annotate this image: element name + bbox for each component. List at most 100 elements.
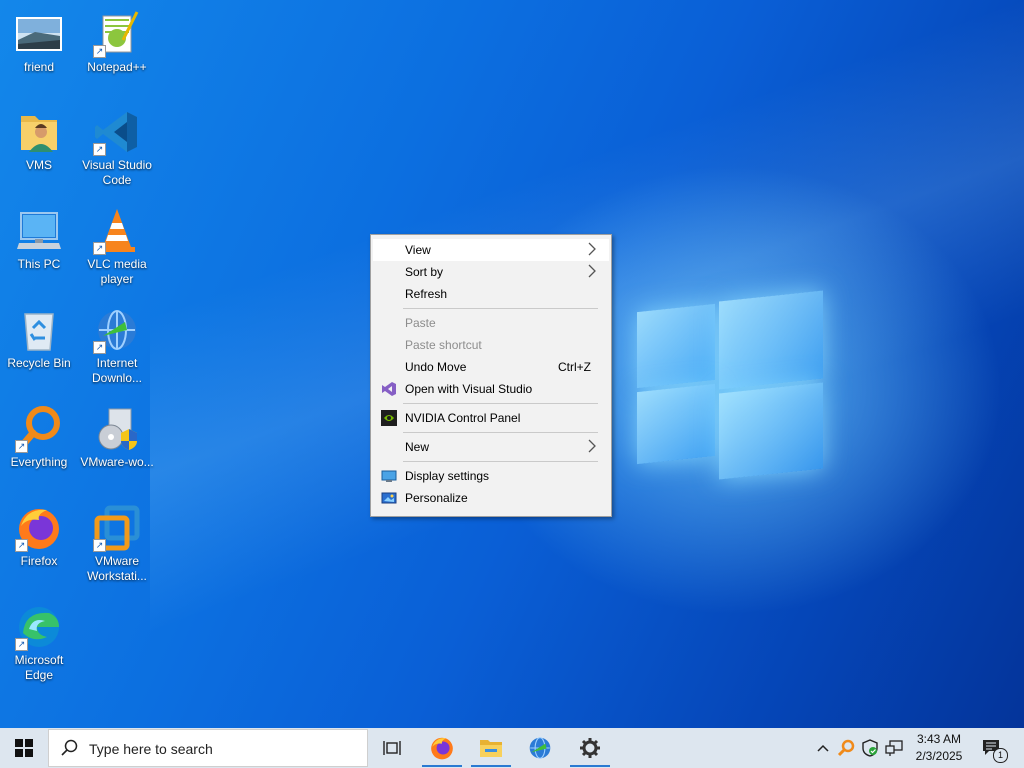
task-view-button[interactable] [368,728,416,768]
menu-separator [403,461,598,462]
shortcut-arrow-icon: ↗ [93,143,106,156]
desktop-icon-vms[interactable]: VMS [1,108,77,173]
notepadpp-icon: ↗ [93,10,141,58]
menu-separator [403,308,598,309]
menu-item-personalize[interactable]: Personalize [373,487,609,509]
tray-network[interactable] [883,728,905,768]
windows-logo-wallpaper [635,290,825,480]
shortcut-arrow-icon: ↗ [93,242,106,255]
user-folder-icon [15,108,63,156]
desktop-icon-friend[interactable]: friend [1,10,77,75]
desktop-icon-label: friend [23,60,55,74]
desktop-icon-vscode[interactable]: ↗ Visual Studio Code [79,108,155,188]
desktop-icon-label: VLC media player [87,257,147,286]
action-center-button[interactable]: 1 [976,728,1016,768]
windows-start-icon [15,739,33,757]
menu-item-open-with-visual-studio[interactable]: Open with Visual Studio [373,378,609,400]
start-button[interactable] [0,728,48,768]
desktop-icon-recycle-bin[interactable]: Recycle Bin [1,306,77,371]
shortcut-arrow-icon: ↗ [15,539,28,552]
desktop-icon-label: Recycle Bin [7,356,71,370]
display-icon [381,470,397,482]
vscode-icon: ↗ [93,108,141,156]
tray-security[interactable] [859,728,881,768]
settings-gear-icon [580,738,600,758]
taskbar-settings[interactable] [566,728,614,768]
menu-item-display-settings[interactable]: Display settings [373,465,609,487]
desktop-icon-vmware-installer[interactable]: VMware-wo... [79,405,155,470]
desktop-icon-edge[interactable]: ↗ Microsoft Edge [1,603,77,683]
edge-icon: ↗ [15,603,63,651]
personalize-icon [381,492,397,504]
recycle-bin-icon [15,306,63,354]
chevron-right-icon [588,242,596,256]
search-icon [61,739,78,756]
shortcut-arrow-icon: ↗ [93,341,106,354]
shortcut-arrow-icon: ↗ [93,539,106,552]
menu-item-label: Open with Visual Studio [405,382,533,396]
search-magnifier-icon [837,739,855,757]
tray-everything[interactable] [835,728,857,768]
desktop-icon-everything[interactable]: ↗ Everything [1,405,77,470]
desktop-icon-vmware-workstation[interactable]: ↗ VMware Workstati... [79,504,155,584]
show-hidden-icons-button[interactable] [812,728,834,768]
desktop-icon-label: Notepad++ [87,60,147,74]
menu-item-undo-move[interactable]: Undo Move Ctrl+Z [373,356,609,378]
desktop-icon-label: VMS [25,158,52,172]
menu-item-nvidia-control-panel[interactable]: NVIDIA Control Panel [373,407,609,429]
file-explorer-icon [480,740,502,757]
menu-item-view[interactable]: View [373,239,609,261]
menu-item-paste[interactable]: Paste [373,312,609,334]
vlc-icon: ↗ [93,207,141,255]
menu-item-label: Sort by [405,265,444,279]
vmware-icon: ↗ [93,504,141,552]
search-placeholder: Type here to search [89,741,213,757]
desktop-icon-label: This PC [17,257,61,271]
taskbar-idm[interactable] [516,728,564,768]
menu-item-label: New [405,440,430,454]
menu-item-label: Paste shortcut [405,338,482,352]
taskbar-firefox[interactable] [418,728,466,768]
desktop-icon-firefox[interactable]: ↗ Firefox [1,504,77,569]
menu-item-sort-by[interactable]: Sort by [373,261,609,283]
desktop[interactable]: friend VMS This PC Recycle Bin ↗ Everyth… [0,0,1024,728]
desktop-icon-vlc[interactable]: ↗ VLC media player [79,207,155,287]
shortcut-arrow-icon: ↗ [15,440,28,453]
firefox-icon: ↗ [15,504,63,552]
photo-icon [15,10,63,58]
chevron-right-icon [588,439,596,453]
menu-item-new[interactable]: New [373,436,609,458]
menu-item-shortcut: Ctrl+Z [558,360,591,374]
installer-icon [93,405,141,453]
menu-item-label: View [405,243,431,257]
desktop-icon-label: Everything [10,455,68,469]
idm-icon: ↗ [93,306,141,354]
menu-separator [403,403,598,404]
running-indicator [570,765,610,767]
running-indicator [471,765,511,767]
desktop-icon-label: VMware Workstati... [87,554,147,583]
taskbar: Type here to search 3:43 AM 2/3/2025 1 [0,728,1024,768]
shortcut-arrow-icon: ↗ [15,638,28,651]
task-view-icon [383,741,401,755]
menu-item-label: Display settings [405,469,490,483]
notification-badge: 1 [993,748,1008,763]
clock[interactable]: 3:43 AM 2/3/2025 [908,728,970,768]
clock-date: 2/3/2025 [915,749,963,763]
network-icon [885,740,903,756]
desktop-context-menu: View Sort by Refresh Paste Paste shortcu… [370,234,612,517]
menu-item-label: Refresh [405,287,448,301]
desktop-icon-this-pc[interactable]: This PC [1,207,77,272]
firefox-icon [431,737,453,760]
menu-item-label: NVIDIA Control Panel [405,411,521,425]
desktop-icon-label: Firefox [20,554,58,568]
menu-item-refresh[interactable]: Refresh [373,283,609,305]
desktop-icon-notepadpp[interactable]: ↗ Notepad++ [79,10,155,75]
nvidia-icon [381,410,397,426]
taskbar-file-explorer[interactable] [467,728,515,768]
desktop-icon-idm[interactable]: ↗ Internet Downlo... [79,306,155,386]
taskbar-search-box[interactable]: Type here to search [48,729,368,767]
search-magnifier-icon: ↗ [15,405,63,453]
menu-item-paste-shortcut[interactable]: Paste shortcut [373,334,609,356]
shield-icon [862,739,878,757]
